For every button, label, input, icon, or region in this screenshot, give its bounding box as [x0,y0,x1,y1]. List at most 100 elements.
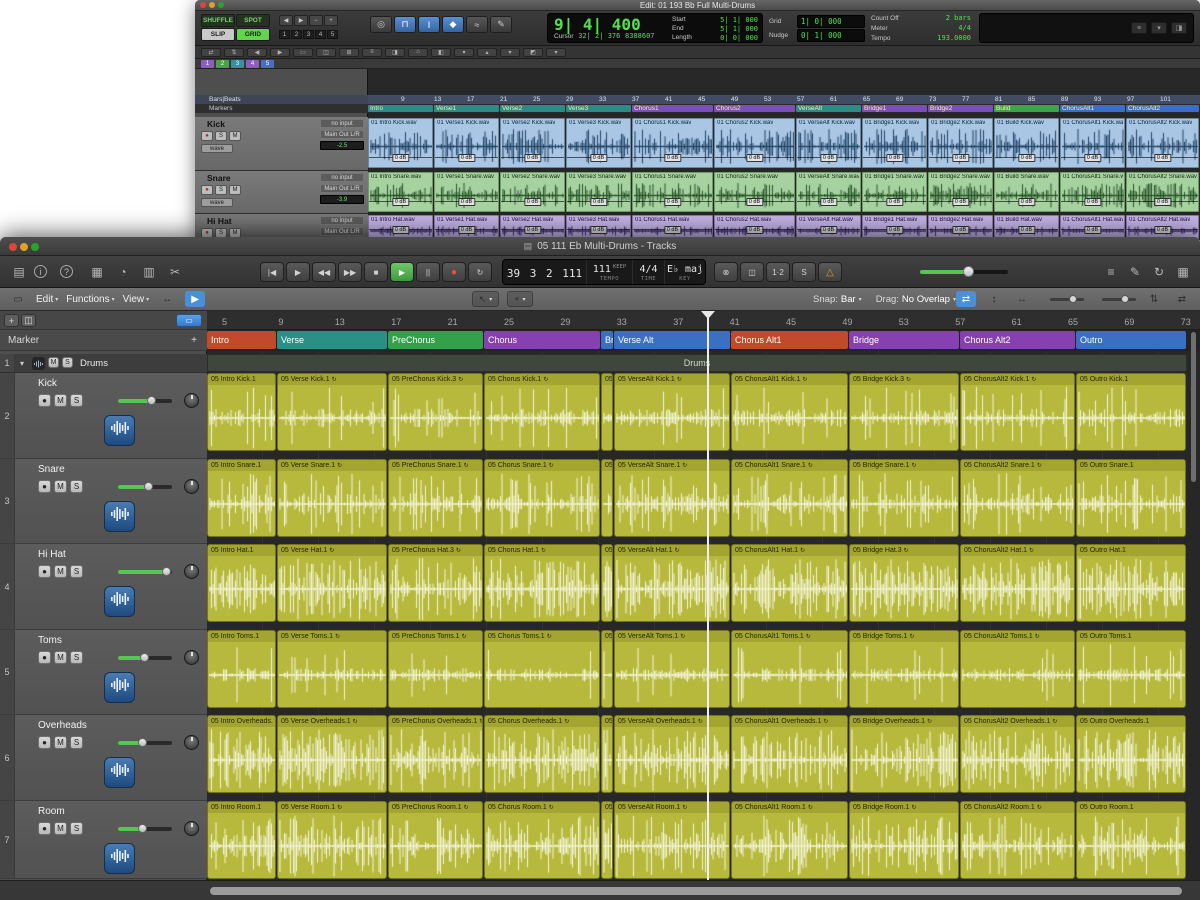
marker-bridge2[interactable]: Bridge2 [928,105,993,112]
vertical-scrollbar-thumb[interactable] [1191,332,1196,482]
solo-button[interactable]: S [70,736,83,749]
marker-build[interactable]: Build [994,105,1059,112]
pt-aux-button-12[interactable]: ▾ [454,48,474,57]
audio-region-01-build-snare-wav[interactable]: 01 Build Snare.wav0 dB [994,172,1059,212]
region-05-verse-kick-1[interactable]: 05 Verse Kick.1↻ [277,373,387,451]
region-05-intro-room-1[interactable]: 05 Intro Room.1 [207,801,276,879]
region-05-bridge-snare-1[interactable]: 05 Bridge Snare.1↻ [849,459,959,537]
region-05-chorusalt2-overheads-1[interactable]: 05 ChorusAlt2 Overheads.1↻ [960,715,1075,793]
region-05-chorus-snare-1[interactable]: 05 Chorus Snare.1↻ [484,459,600,537]
volume-fader[interactable] [118,741,172,745]
region-05-chorusalt2-kick-1[interactable]: 05 ChorusAlt2 Kick.1↻ [960,373,1075,451]
section-marker-break[interactable]: Break [601,331,613,349]
region-05-chorusalt2-toms-1[interactable]: 05 ChorusAlt2 Toms.1↻ [960,630,1075,708]
gain-badge[interactable]: 0 dB [820,154,837,162]
region-05-prechorus-room-1[interactable]: 05 PreChorus Room.1↻ [388,801,483,879]
pt-aux-button-6[interactable]: ◫ [316,48,336,57]
region-05-bre[interactable]: 05 Bre [601,630,613,708]
gain-badge[interactable]: 0 dB [458,198,475,206]
pt-marker-lane[interactable]: IntroVerse1Verse2Verse3Chorus1Chorus2Ver… [368,104,1200,113]
mute-button[interactable]: M [229,185,241,195]
zoom-in-vertical-button[interactable]: + [324,15,338,26]
smart-controls-button[interactable]: ◔ [112,262,134,282]
region-05-chorusalt1-snare-1[interactable]: 05 ChorusAlt1 Snare.1↻ [731,459,848,537]
pt-aux-button-4[interactable]: ▶ [270,48,290,57]
trim-tool-button[interactable]: ⊓ [394,16,416,33]
track-icon-button[interactable] [104,415,135,446]
counter-field-value[interactable]: 5| 1| 000 [720,25,758,34]
io-assignment[interactable]: no input [320,216,364,225]
volume-knob[interactable] [162,567,171,576]
audio-region-01-bridge1-snare-wav[interactable]: 01 Bridge1 Snare.wav0 dB [862,172,927,212]
gain-badge[interactable]: 0 dB [886,154,903,162]
gain-badge[interactable]: 0 dB [1018,198,1035,206]
region-05-chorusalt2-room-1[interactable]: 05 ChorusAlt2 Room.1↻ [960,801,1075,879]
track-icon-button[interactable] [104,672,135,703]
vertical-zoom-slider[interactable] [1050,298,1084,301]
pause-button[interactable]: || [416,262,440,282]
group-chip-2[interactable]: 2 [216,60,229,68]
grid-label[interactable]: Grid [769,18,795,25]
section-marker-intro[interactable]: Intro [207,331,276,349]
pan-knob[interactable] [184,479,199,494]
pt-titlebar[interactable]: Edit: 01 193 Bb Full Multi-Drums [195,0,1200,11]
pt-aux-button-10[interactable]: ⌂ [408,48,428,57]
audio-region-01-bridge2-snare-wav[interactable]: 01 Bridge2 Snare.wav0 dB [928,172,993,212]
io-assignment[interactable]: Main Out L/R [320,227,364,236]
region-05-chorus-toms-1[interactable]: 05 Chorus Toms.1↻ [484,630,600,708]
volume-fader[interactable] [118,827,172,831]
pt-aux-button-15[interactable]: ◩ [523,48,543,57]
track-header-toms[interactable]: 5Toms●MS [0,630,207,715]
pt-status-button-3[interactable]: ◨ [1171,22,1187,34]
library-button[interactable]: ▤ [8,262,30,282]
chevron-down-icon[interactable]: ▾ [699,268,703,276]
pan-knob[interactable] [184,564,199,579]
audio-region-01-chorusalt2-kick-wav[interactable]: 01 ChorusAlt2 Kick.wav0 dB [1126,118,1199,168]
audio-region-01-chorusalt1-kick-wav[interactable]: 01 ChorusAlt1 Kick.wav0 dB [1060,118,1125,168]
close-button[interactable] [200,2,206,8]
volume-knob[interactable] [138,738,147,747]
pencil-tool-button[interactable]: ✎ [490,16,512,33]
pt-aux-button-13[interactable]: ▴ [477,48,497,57]
region-05-bridge-overheads-1[interactable]: 05 Bridge Overheads.1↻ [849,715,959,793]
section-marker-chorus[interactable]: Chorus [484,331,600,349]
marker-bridge1[interactable]: Bridge1 [862,105,927,112]
toolbar-button[interactable]: ▦ [86,262,108,282]
audio-region-01-chorusalt2-snare-wav[interactable]: 01 ChorusAlt2 Snare.wav0 dB [1126,172,1199,212]
gain-badge[interactable]: 0 dB [952,154,969,162]
region-05-intro-overheads-[interactable]: 05 Intro Overheads. [207,715,276,793]
region-05-bridge-hat-3[interactable]: 05 Bridge Hat.3↻ [849,544,959,622]
region-05-prechorus-overheads-1[interactable]: 05 PreChorus Overheads.1↻ [388,715,483,793]
disclosure-triangle-icon[interactable]: ▾ [20,359,24,368]
audio-region-01-verse2-snare-wav[interactable]: 01 Verse2 Snare.wav0 dB [500,172,565,212]
lcd-tempo-segment[interactable]: 111KEEP TEMPO [587,260,633,284]
record-enable-button[interactable]: ● [38,651,51,664]
gain-badge[interactable]: 0 dB [590,226,607,234]
marker-chorusalt2[interactable]: ChorusAlt2 [1126,105,1199,112]
volume-knob[interactable] [140,653,149,662]
drag-mode-icon[interactable]: ⇄ [956,291,976,307]
zoomer-tool-button[interactable]: ◎ [370,16,392,33]
gain-badge[interactable]: 0 dB [1084,198,1101,206]
solo-button[interactable]: S [70,394,83,407]
count-in-button[interactable]: 1·2 [766,262,790,282]
forward-button[interactable]: ▶▶ [338,262,362,282]
region-05-verse-hat-1[interactable]: 05 Verse Hat.1↻ [277,544,387,622]
region-05-intro-toms-1[interactable]: 05 Intro Toms.1 [207,630,276,708]
audio-region-01-chorus2-kick-wav[interactable]: 01 Chorus2 Kick.wav0 dB [714,118,795,168]
section-marker-chorus-alt1[interactable]: Chorus Alt1 [731,331,848,349]
zoom-window-button[interactable] [218,2,224,8]
solo-button[interactable]: S [70,565,83,578]
track-list-icon[interactable]: ▭ [8,291,28,307]
section-marker-prechorus[interactable]: PreChorus [388,331,483,349]
close-button[interactable] [9,243,17,251]
record-enable-button[interactable]: ● [38,480,51,493]
pan-knob[interactable] [184,821,199,836]
slider-knob[interactable] [1069,295,1077,303]
volume-readout[interactable]: -3.9 [320,195,364,204]
edit-mode-slip[interactable]: SLIP [201,28,235,41]
region-05-bre[interactable]: 05 Bre [601,715,613,793]
record-enable-button[interactable]: ● [38,565,51,578]
browsers-button[interactable]: ▦ [1172,262,1194,282]
catch-playhead-button[interactable]: ▶ [185,291,205,307]
